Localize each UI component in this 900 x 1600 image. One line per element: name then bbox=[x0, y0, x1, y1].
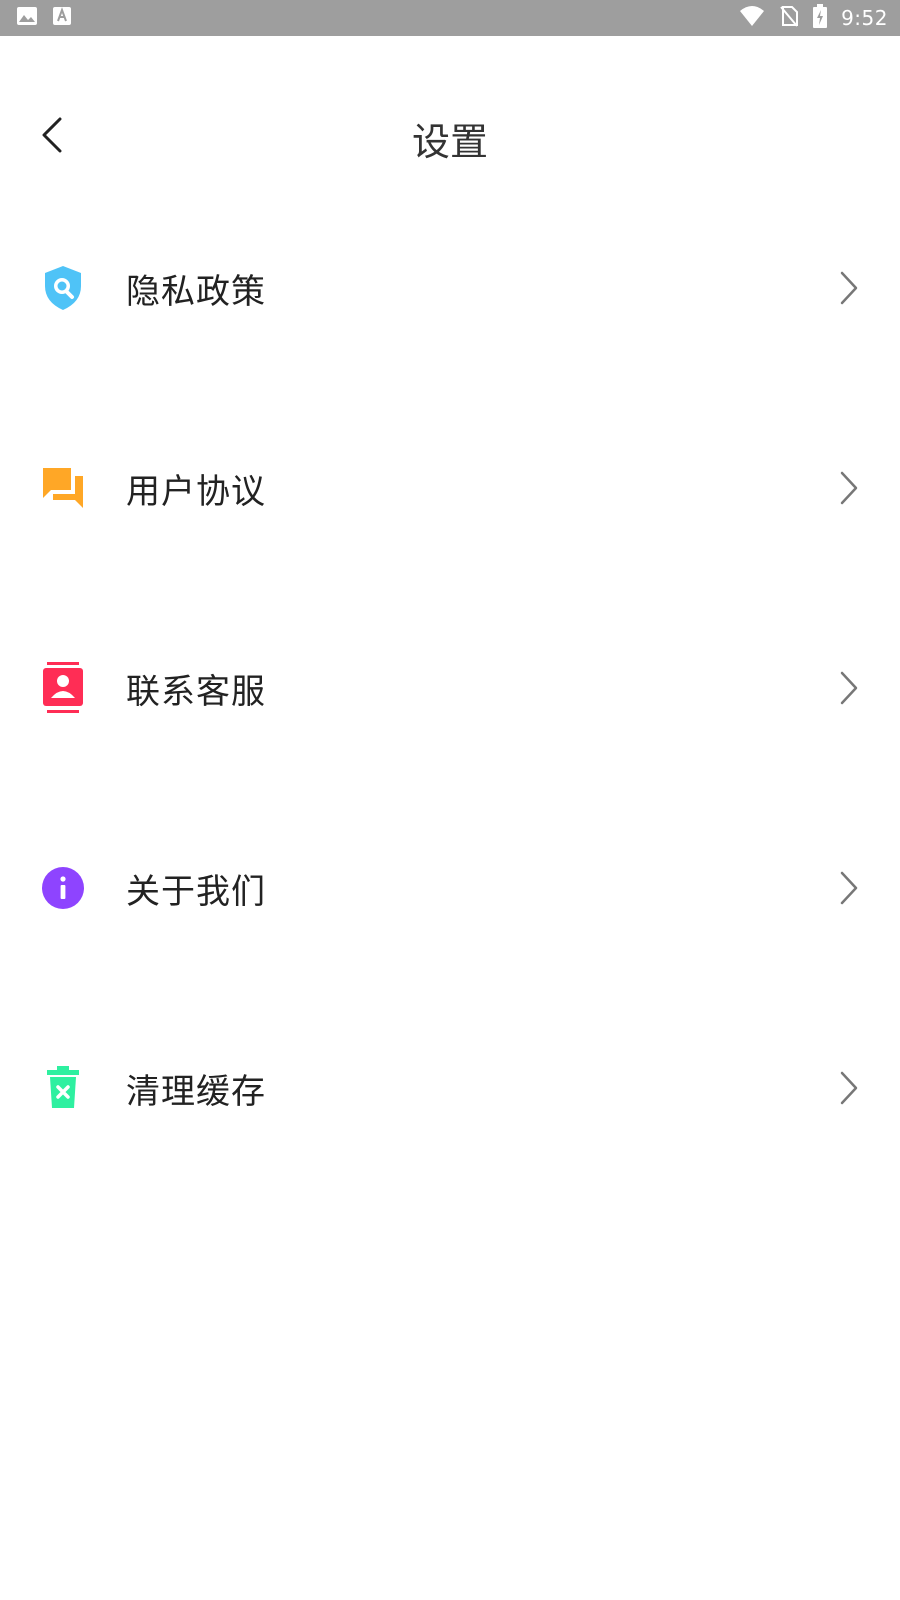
chevron-right-icon bbox=[834, 268, 864, 308]
no-sim-icon bbox=[779, 5, 799, 31]
settings-item-clear-cache[interactable]: 清理缓存 bbox=[0, 988, 900, 1188]
settings-item-label: 清理缓存 bbox=[126, 1071, 266, 1112]
status-time: 9:52 bbox=[841, 6, 888, 30]
settings-item-user-agreement[interactable]: 用户协议 bbox=[0, 388, 900, 588]
settings-item-label: 隐私政策 bbox=[126, 271, 266, 312]
contact-card-icon bbox=[40, 662, 86, 713]
chat-bubbles-icon bbox=[40, 465, 86, 511]
settings-list: 隐私政策 用户协议 联系客服 关于我们 清理缓存 bbox=[0, 188, 900, 1188]
settings-item-label: 关于我们 bbox=[126, 871, 266, 912]
image-icon bbox=[16, 6, 38, 30]
info-icon bbox=[40, 865, 86, 911]
settings-item-contact-support[interactable]: 联系客服 bbox=[0, 588, 900, 788]
shield-search-icon bbox=[40, 265, 86, 311]
status-bar: 9:52 bbox=[0, 0, 900, 36]
settings-item-privacy-policy[interactable]: 隐私政策 bbox=[0, 188, 900, 388]
page-title: 设置 bbox=[411, 120, 488, 164]
status-left bbox=[16, 6, 72, 30]
wifi-icon bbox=[739, 5, 765, 31]
chevron-right-icon bbox=[834, 868, 864, 908]
font-icon bbox=[52, 6, 72, 30]
battery-charging-icon bbox=[813, 4, 828, 32]
chevron-right-icon bbox=[834, 468, 864, 508]
chevron-right-icon bbox=[834, 668, 864, 708]
trash-icon bbox=[40, 1065, 86, 1111]
settings-item-label: 用户协议 bbox=[126, 471, 266, 512]
status-right: 9:52 bbox=[739, 4, 888, 32]
chevron-right-icon bbox=[834, 1068, 864, 1108]
settings-item-about-us[interactable]: 关于我们 bbox=[0, 788, 900, 988]
settings-item-label: 联系客服 bbox=[126, 671, 266, 712]
